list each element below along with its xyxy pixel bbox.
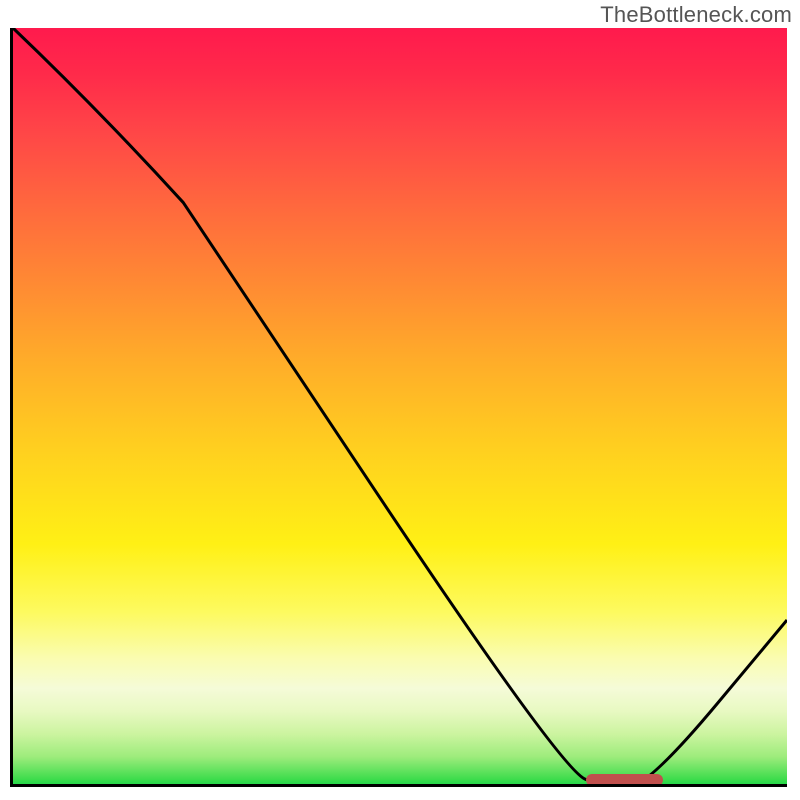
watermark-text: TheBottleneck.com	[600, 2, 792, 28]
plot-area	[13, 28, 787, 787]
bottleneck-curve	[13, 28, 787, 787]
curve-path	[13, 28, 787, 787]
chart-stage: TheBottleneck.com	[0, 0, 800, 800]
x-axis-line	[10, 784, 787, 787]
y-axis-line	[10, 28, 13, 787]
